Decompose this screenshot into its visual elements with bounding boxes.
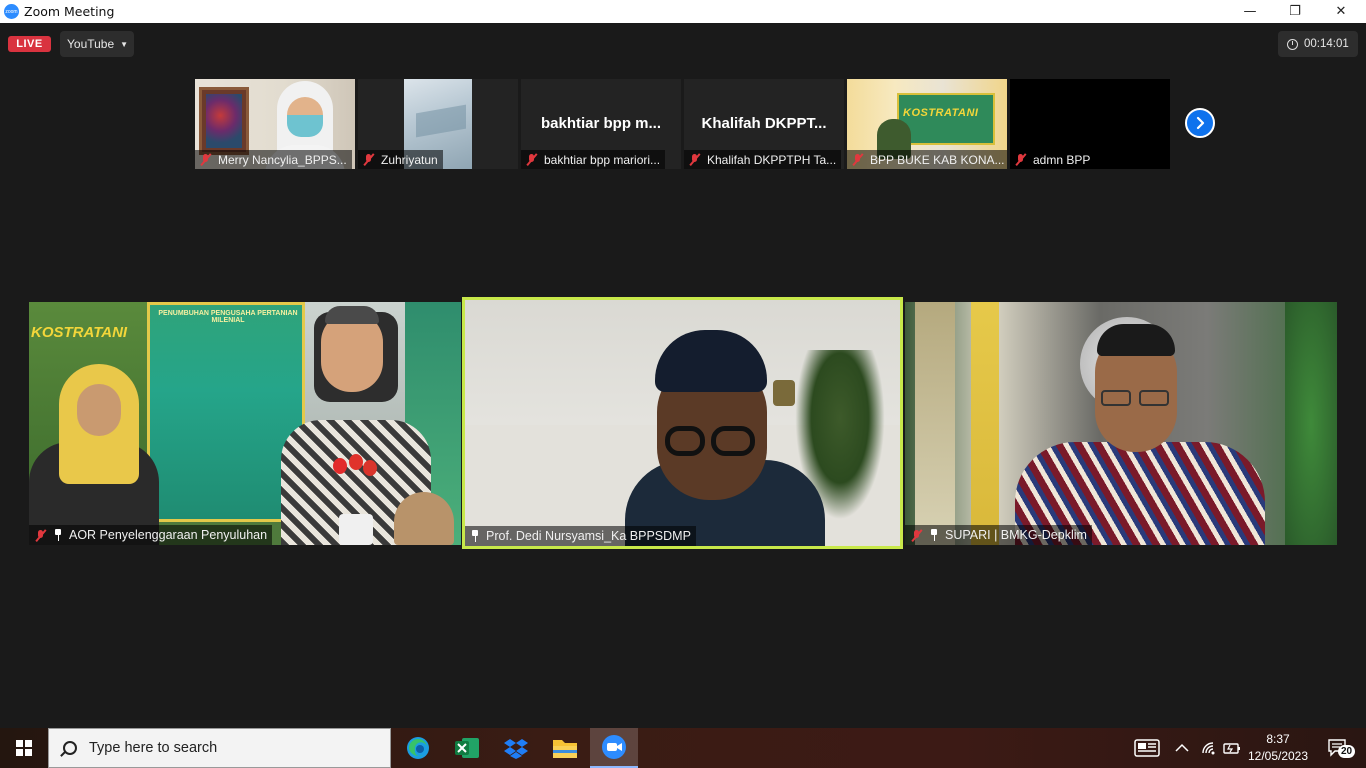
participant-thumbnail[interactable]: bakhtiar bpp m... bakhtiar bpp mariori..… — [521, 79, 681, 169]
participant-name: Merry Nancylia_BPPS... — [218, 152, 347, 167]
participant-label: SUPARI | BMKG-Depklim — [905, 525, 1092, 545]
participant-name: admn BPP — [1033, 152, 1091, 167]
mic-muted-icon — [525, 153, 539, 166]
taskbar-clock[interactable]: 8:37 12/05/2023 — [1246, 731, 1310, 765]
banner-text: KOSTRATANI — [31, 324, 128, 341]
participant-video-tile[interactable]: KOSTRATANI PENUMBUHAN PENGUSAHA PERTANIA… — [29, 302, 461, 545]
participant-label: BPP BUKE KAB KONA... — [847, 150, 1007, 169]
meeting-timer: 00:14:01 — [1278, 31, 1358, 57]
chevron-up-icon — [1175, 743, 1189, 752]
participant-label: bakhtiar bpp mariori... — [521, 150, 666, 169]
show-hidden-icons-button[interactable] — [1172, 728, 1192, 768]
clock-date: 12/05/2023 — [1247, 749, 1309, 763]
participant-display-name: bakhtiar bpp m... — [540, 115, 661, 132]
pin-icon — [929, 529, 939, 541]
search-icon — [63, 741, 77, 755]
participant-thumbnail[interactable]: Zuhriyatun — [358, 79, 518, 169]
window-title: Zoom Meeting — [24, 4, 115, 19]
livestream-platform-button[interactable]: YouTube ▼ — [60, 31, 134, 57]
mic-muted-icon — [34, 529, 48, 542]
participant-name: BPP BUKE KAB KONA... — [870, 152, 1005, 167]
dropbox-app-button[interactable] — [492, 728, 540, 768]
zoom-app-button[interactable] — [590, 728, 638, 768]
live-badge: LIVE — [8, 36, 51, 52]
chevron-right-icon — [1196, 116, 1205, 130]
participant-label: Merry Nancylia_BPPS... — [195, 150, 352, 169]
participant-display-name: Khalifah DKPPT... — [701, 115, 827, 132]
participant-thumbnail[interactable]: KOSTRATANI BPP BUKE KAB KONA... — [847, 79, 1007, 169]
close-button[interactable]: ✕ — [1318, 0, 1364, 23]
windows-taskbar: Type here to search 8:37 12/05/2023 20 — [0, 728, 1366, 768]
zoom-icon — [602, 735, 626, 759]
battery-icon — [1223, 743, 1240, 754]
zoom-logo-icon: zoom — [4, 4, 19, 19]
platform-label: YouTube — [67, 37, 115, 51]
participant-label: admn BPP — [1010, 150, 1096, 169]
notification-count-badge: 20 — [1338, 745, 1356, 758]
active-speaker-highlight — [462, 297, 903, 549]
news-icon — [1134, 739, 1160, 757]
file-explorer-app-button[interactable] — [541, 728, 589, 768]
participant-name: bakhtiar bpp mariori... — [544, 152, 661, 167]
thumb-banner-text: KOSTRATANI — [903, 107, 979, 119]
mic-muted-icon — [910, 529, 924, 542]
participant-video-tile[interactable]: SUPARI | BMKG-Depklim — [905, 302, 1337, 545]
participant-name: AOR Penyelenggaraan Penyuluhan — [69, 528, 268, 542]
poster-title: PENUMBUHAN PENGUSAHA PERTANIAN MILENIAL — [158, 310, 298, 324]
next-page-button[interactable] — [1185, 108, 1215, 138]
dropbox-icon — [504, 739, 528, 759]
participant-thumbnail[interactable]: Khalifah DKPPT... Khalifah DKPPTPH Ta... — [684, 79, 844, 169]
battery-button[interactable] — [1221, 728, 1243, 768]
news-widget-button[interactable] — [1130, 728, 1164, 768]
participant-thumbnail[interactable]: Merry Nancylia_BPPS... — [195, 79, 355, 169]
windows-logo-icon — [16, 740, 32, 756]
mic-muted-icon — [199, 153, 213, 166]
file-explorer-icon — [553, 740, 577, 758]
mic-muted-icon — [1014, 153, 1028, 166]
participant-label: Zuhriyatun — [358, 150, 443, 169]
participant-label: Khalifah DKPPTPH Ta... — [684, 150, 842, 169]
taskbar-search-box[interactable]: Type here to search — [48, 728, 391, 768]
mic-muted-icon — [362, 153, 376, 166]
restore-button[interactable]: ❐ — [1272, 0, 1318, 23]
participant-thumbnail[interactable]: admn BPP — [1010, 79, 1170, 169]
clock-time: 8:37 — [1266, 732, 1290, 746]
participant-video: KOSTRATANI PENUMBUHAN PENGUSAHA PERTANIA… — [29, 302, 461, 545]
mic-muted-icon — [851, 153, 865, 166]
excel-icon — [455, 738, 479, 758]
pin-icon — [53, 529, 63, 541]
search-placeholder: Type here to search — [89, 740, 218, 756]
elapsed-time: 00:14:01 — [1304, 38, 1349, 50]
start-button[interactable] — [0, 728, 48, 768]
wifi-icon — [1202, 742, 1215, 755]
clock-icon — [1287, 38, 1298, 50]
participant-label: AOR Penyelenggaraan Penyuluhan — [29, 525, 273, 545]
mic-muted-icon — [688, 153, 702, 166]
title-bar: zoom Zoom Meeting — ❐ ✕ — [0, 0, 1366, 23]
chevron-down-icon: ▼ — [120, 39, 129, 49]
notification-center-button[interactable]: 20 — [1318, 728, 1358, 768]
minimize-button[interactable]: — — [1227, 0, 1273, 23]
edge-icon — [407, 737, 429, 759]
network-button[interactable] — [1198, 728, 1220, 768]
excel-app-button[interactable] — [443, 728, 491, 768]
participant-name: Khalifah DKPPTPH Ta... — [707, 152, 837, 167]
participant-name: Zuhriyatun — [381, 152, 438, 167]
edge-app-button[interactable] — [394, 728, 442, 768]
participant-video — [905, 302, 1337, 545]
participant-name: SUPARI | BMKG-Depklim — [945, 528, 1087, 542]
